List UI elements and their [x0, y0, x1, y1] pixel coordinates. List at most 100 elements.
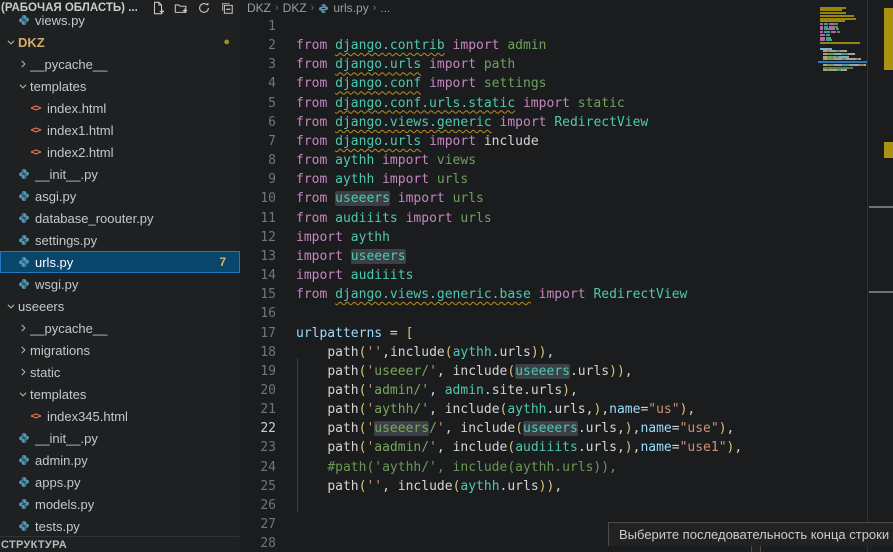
- tree-item[interactable]: wsgi.py: [0, 273, 240, 295]
- python-icon: [16, 14, 31, 26]
- tree-item[interactable]: tests.py: [0, 515, 240, 537]
- code-line[interactable]: 3from django.urls import path: [240, 55, 820, 74]
- line-number: 13: [240, 247, 276, 266]
- code-line[interactable]: 21 path('aythh/', include(aythh.urls,),n…: [240, 400, 820, 419]
- tree-item[interactable]: urls.py7: [0, 251, 240, 273]
- code-line[interactable]: 24 #path('aythh/', include(aythh.urls)),: [240, 458, 820, 477]
- line-number: 2: [240, 36, 276, 55]
- minimap-line: [820, 39, 832, 41]
- minimap-line: [820, 28, 839, 30]
- code-line[interactable]: 7from django.urls import include: [240, 132, 820, 151]
- line-content: from aythh import views: [276, 151, 476, 170]
- code-line[interactable]: 25 path('', include(aythh.urls)),: [240, 477, 820, 496]
- line-number: 18: [240, 343, 276, 362]
- python-icon: [16, 454, 31, 466]
- code-line[interactable]: 6from django.views.generic import Redire…: [240, 113, 820, 132]
- tree-item[interactable]: migrations: [0, 339, 240, 361]
- tree-item[interactable]: <>index2.html: [0, 141, 240, 163]
- minimap[interactable]: [820, 4, 866, 544]
- code-line[interactable]: 15from django.views.generic.base import …: [240, 285, 820, 304]
- code-line[interactable]: 17urlpatterns = [: [240, 324, 820, 343]
- code-editor[interactable]: 12from django.contrib import admin3from …: [240, 16, 820, 552]
- new-folder-icon[interactable]: [174, 1, 188, 15]
- tree-item[interactable]: __init__.py: [0, 163, 240, 185]
- tree-item[interactable]: admin.py: [0, 449, 240, 471]
- line-number: 26: [240, 496, 276, 515]
- tree-item-label: migrations: [30, 343, 240, 358]
- tree-item[interactable]: <>index1.html: [0, 119, 240, 141]
- tree-item[interactable]: settings.py: [0, 229, 240, 251]
- breadcrumb-item-folder[interactable]: DKZ: [283, 1, 307, 15]
- collapse-all-icon[interactable]: [220, 1, 234, 15]
- code-line[interactable]: 14import audiiits: [240, 266, 820, 285]
- refresh-icon[interactable]: [197, 1, 211, 15]
- tree-item[interactable]: DKZ●: [0, 31, 240, 53]
- line-content: path('aythh/', include(aythh.urls,),name…: [276, 400, 695, 419]
- tree-item-label: __init__.py: [35, 167, 240, 182]
- line-content: from useeers import urls: [276, 189, 484, 208]
- outline-section-header[interactable]: СТРУКТУРА: [0, 536, 239, 552]
- tree-item[interactable]: __pycache__: [0, 317, 240, 339]
- minimap-line: [820, 18, 856, 20]
- tree-item[interactable]: <>index.html: [0, 97, 240, 119]
- line-number: 12: [240, 228, 276, 247]
- tree-item[interactable]: <> index345.html: [0, 405, 240, 427]
- breadcrumb-item-root[interactable]: DKZ: [247, 1, 271, 15]
- tree-item[interactable]: useeers: [0, 295, 240, 317]
- breadcrumb-item-file[interactable]: urls.py: [333, 1, 368, 15]
- code-line[interactable]: 26: [240, 496, 820, 515]
- code-line[interactable]: 8from aythh import views: [240, 151, 820, 170]
- line-content: import audiiits: [276, 266, 413, 285]
- html-icon: <>: [28, 411, 43, 422]
- code-line[interactable]: 2from django.contrib import admin: [240, 36, 820, 55]
- scrollbar[interactable]: [867, 0, 893, 552]
- tree-item[interactable]: static: [0, 361, 240, 383]
- tree-item[interactable]: templates: [0, 383, 240, 405]
- python-icon: [16, 498, 31, 510]
- code-line[interactable]: 13import useeers: [240, 247, 820, 266]
- tree-item-label: wsgi.py: [35, 277, 240, 292]
- code-line[interactable]: 20 path('admin/', admin.site.urls),: [240, 381, 820, 400]
- code-lines: 12from django.contrib import admin3from …: [240, 17, 820, 552]
- code-line[interactable]: 23 path('aadmin/', include(audiiits.urls…: [240, 438, 820, 457]
- breadcrumb-item-symbol[interactable]: ...: [380, 1, 390, 15]
- code-line[interactable]: 9from aythh import urls: [240, 170, 820, 189]
- tree-item-label: index1.html: [47, 123, 240, 138]
- code-line[interactable]: 22 path('useeers/', include(useeers.urls…: [240, 419, 820, 438]
- workspace-title: (РАБОЧАЯ ОБЛАСТЬ) ...: [1, 2, 151, 14]
- tree-item[interactable]: templates: [0, 75, 240, 97]
- new-file-icon[interactable]: [151, 1, 165, 15]
- minimap-line: [820, 56, 849, 58]
- tree-item[interactable]: apps.py: [0, 471, 240, 493]
- line-content: [276, 17, 296, 36]
- tree-item-label: index345.html: [47, 409, 240, 424]
- line-number: 23: [240, 438, 276, 457]
- tree-item[interactable]: __pycache__: [0, 53, 240, 75]
- line-number: 5: [240, 94, 276, 113]
- overview-warning-mark: [884, 8, 893, 70]
- tree-item[interactable]: __init__.py: [0, 427, 240, 449]
- tree-item[interactable]: models.py: [0, 493, 240, 515]
- code-line[interactable]: 1: [240, 17, 820, 36]
- code-line[interactable]: 19 path('useeer/', include(useeers.urls)…: [240, 362, 820, 381]
- line-number: 14: [240, 266, 276, 285]
- code-line[interactable]: 4from django.conf import settings: [240, 74, 820, 93]
- vscode-window: views.pyDKZ●__pycache__templates<>index.…: [0, 0, 893, 552]
- code-line[interactable]: 12import aythh: [240, 228, 820, 247]
- code-line[interactable]: 5from django.conf.urls.static import sta…: [240, 94, 820, 113]
- code-line[interactable]: 11from audiiits import urls: [240, 209, 820, 228]
- code-line[interactable]: 18 path('',include(aythh.urls)),: [240, 343, 820, 362]
- line-content: path('', include(aythh.urls)),: [276, 477, 562, 496]
- python-icon: [16, 520, 31, 532]
- code-line[interactable]: 10from useeers import urls: [240, 189, 820, 208]
- chevron-right-icon: ›: [373, 2, 377, 14]
- tree-item[interactable]: database_roouter.py: [0, 207, 240, 229]
- line-number: 3: [240, 55, 276, 74]
- code-line[interactable]: 16: [240, 304, 820, 323]
- minimap-line: [820, 26, 838, 28]
- tree-item[interactable]: asgi.py: [0, 185, 240, 207]
- explorer-actions: [151, 1, 234, 15]
- line-content: from django.views.generic import Redirec…: [276, 113, 648, 132]
- python-icon: [16, 212, 31, 224]
- line-content: from django.urls import path: [276, 55, 515, 74]
